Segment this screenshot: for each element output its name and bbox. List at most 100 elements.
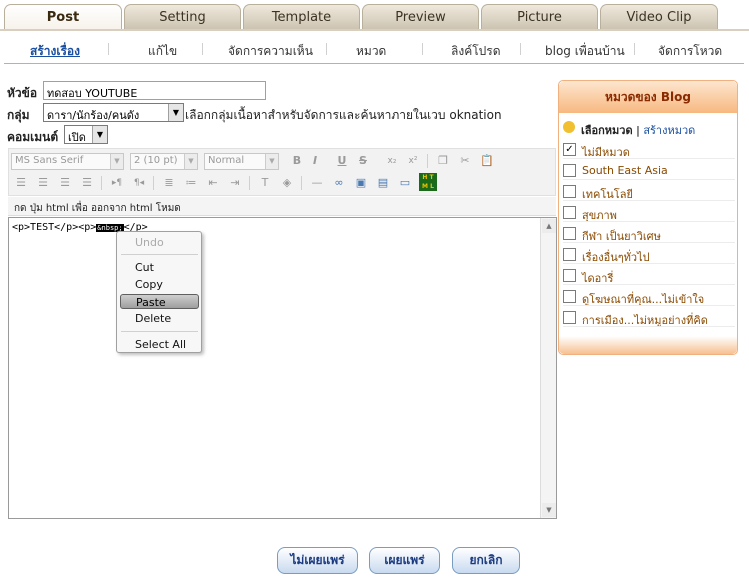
category-label: South East Asia (582, 164, 668, 177)
copy-icon[interactable]: ❐ (435, 153, 451, 169)
image-icon[interactable]: ▣ (353, 175, 369, 191)
font-family-select[interactable]: MS Sans Serif ▼ (11, 153, 124, 170)
align-left-icon[interactable]: ☰ (13, 175, 29, 191)
html-mode-icon[interactable]: H TM L (419, 173, 437, 191)
category-item[interactable]: ดูโฆษณาที่คุณ...ไม่เข้าใจ (563, 288, 735, 306)
row-divider (563, 326, 735, 327)
subscript-icon[interactable]: x₂ (384, 153, 400, 169)
row-divider (563, 305, 735, 306)
lightbulb-icon (563, 121, 575, 133)
subnav-categories[interactable]: หมวด (356, 42, 386, 61)
cancel-button[interactable]: ยกเลิก (452, 547, 520, 574)
rtl-icon[interactable]: ¶◂ (131, 175, 147, 191)
fullscreen-icon[interactable]: ▭ (397, 175, 413, 191)
editor-toolbar: MS Sans Serif ▼ 2 (10 pt) ▼ Normal ▼ B I U … (8, 148, 556, 196)
row-divider (563, 158, 735, 159)
comment-select[interactable]: เปิด ▼ (64, 125, 108, 144)
scroll-down-icon[interactable]: ▼ (542, 503, 556, 517)
unordered-list-icon[interactable]: ≔ (183, 175, 199, 191)
category-item[interactable]: สุขภาพ (563, 204, 735, 222)
sub-navigation: สร้างเรื่อง แก้ไข จัดการความเห็น หมวด ลิ… (4, 34, 744, 64)
subnav-manage-comments[interactable]: จัดการความเห็น (228, 42, 313, 61)
category-item[interactable]: เทคโนโลยี (563, 183, 735, 201)
checkbox-icon[interactable] (563, 164, 576, 177)
category-item[interactable]: กีฬา เป็นยาวิเศษ (563, 225, 735, 243)
align-right-icon[interactable]: ☰ (57, 175, 73, 191)
title-input[interactable]: ทดสอบ YOUTUBE (43, 81, 266, 100)
subnav-edit[interactable]: แก้ไข (148, 42, 177, 61)
chevron-down-icon[interactable]: ▼ (168, 104, 183, 121)
category-item[interactable]: การเมือง...ไม่หมูอย่างที่คิด (563, 309, 735, 327)
checkbox-icon[interactable] (563, 206, 576, 219)
font-size-value: 2 (10 pt) (134, 155, 178, 166)
toolbar-separator (153, 176, 154, 190)
align-center-icon[interactable]: ☰ (35, 175, 51, 191)
comment-label: คอมเมนต์ (7, 130, 59, 144)
cut-icon[interactable]: ✂ (457, 153, 473, 169)
publish-button[interactable]: เผยแพร่ (369, 547, 440, 574)
choose-category-label: เลือกหมวด (581, 124, 633, 137)
checkbox-checked-icon[interactable]: ✓ (563, 143, 576, 156)
tab-video-clip[interactable]: Video Clip (600, 4, 718, 30)
checkbox-icon[interactable] (563, 227, 576, 240)
tab-divider (0, 29, 749, 31)
font-size-select[interactable]: 2 (10 pt) ▼ (130, 153, 198, 170)
menu-item-paste[interactable]: Paste (120, 294, 199, 309)
subnav-favorite-links[interactable]: ลิงค์โปรด (451, 42, 501, 61)
category-item[interactable]: เรื่องอื่นๆทั่วไป (563, 246, 735, 264)
background-color-icon[interactable]: ◈ (279, 175, 295, 191)
menu-item-select-all[interactable]: Select All (120, 337, 199, 352)
paragraph-style-select[interactable]: Normal ▼ (204, 153, 279, 170)
tab-preview[interactable]: Preview (362, 4, 479, 30)
ltr-icon[interactable]: ▸¶ (109, 175, 125, 191)
create-category-link[interactable]: สร้างหมวด (643, 124, 695, 137)
italic-icon[interactable]: I (307, 153, 323, 169)
menu-item-copy[interactable]: Copy (120, 277, 199, 292)
checkbox-icon[interactable] (563, 185, 576, 198)
ordered-list-icon[interactable]: ≣ (161, 175, 177, 191)
subnav-manage-votes[interactable]: จัดการโหวด (658, 42, 722, 61)
group-select[interactable]: ดารา/นักร้อง/คนดัง ▼ (43, 103, 184, 122)
superscript-icon[interactable]: x² (405, 153, 421, 169)
horizontal-rule-icon[interactable]: — (309, 175, 325, 191)
paragraph-style-value: Normal (208, 155, 245, 166)
toolbar-separator (301, 176, 302, 190)
text-color-icon[interactable]: T (257, 175, 273, 191)
subnav-neighbor-blogs[interactable]: blog เพื่อนบ้าน (545, 42, 625, 61)
chevron-down-icon[interactable]: ▼ (92, 126, 107, 143)
checkbox-icon[interactable] (563, 311, 576, 324)
editor-scrollbar[interactable]: ▲ ▼ (540, 218, 556, 518)
link-icon[interactable]: ∞ (331, 175, 347, 191)
row-divider (563, 263, 735, 264)
checkbox-icon[interactable] (563, 290, 576, 303)
tab-post[interactable]: Post (4, 4, 122, 31)
align-justify-icon[interactable]: ☰ (79, 175, 95, 191)
title-label: หัวข้อ (7, 86, 38, 100)
tab-picture[interactable]: Picture (481, 4, 598, 30)
context-menu: Undo Cut Copy Paste Delete Select All (116, 231, 202, 353)
checkbox-icon[interactable] (563, 248, 576, 261)
save-icon[interactable]: ▤ (375, 175, 391, 191)
tab-setting[interactable]: Setting (124, 4, 241, 30)
menu-item-cut[interactable]: Cut (120, 260, 199, 275)
menu-item-delete[interactable]: Delete (120, 311, 199, 326)
indent-icon[interactable]: ⇥ (227, 175, 243, 191)
menu-item-undo[interactable]: Undo (120, 235, 199, 250)
editor-area[interactable]: <p>TEST</p><p>&nbsp;</p> ▲ ▼ (8, 217, 557, 519)
toolbar-separator (101, 176, 102, 190)
paste-icon[interactable]: 📋 (479, 153, 495, 169)
scroll-up-icon[interactable]: ▲ (542, 219, 556, 233)
category-item[interactable]: ไดอารี่ (563, 267, 735, 285)
tab-template[interactable]: Template (243, 4, 360, 30)
strikethrough-icon[interactable]: S (355, 153, 371, 169)
subnav-create-post[interactable]: สร้างเรื่อง (30, 42, 80, 61)
no-publish-button[interactable]: ไม่เผยแพร่ (277, 547, 358, 574)
category-item[interactable]: ✓ ไม่มีหมวด (563, 141, 735, 159)
underline-icon[interactable]: U (334, 153, 350, 169)
category-item[interactable]: South East Asia (563, 162, 735, 180)
toolbar-separator (427, 154, 428, 168)
outdent-icon[interactable]: ⇤ (205, 175, 221, 191)
bold-icon[interactable]: B (289, 153, 305, 169)
checkbox-icon[interactable] (563, 269, 576, 282)
category-panel-footer (559, 336, 737, 354)
